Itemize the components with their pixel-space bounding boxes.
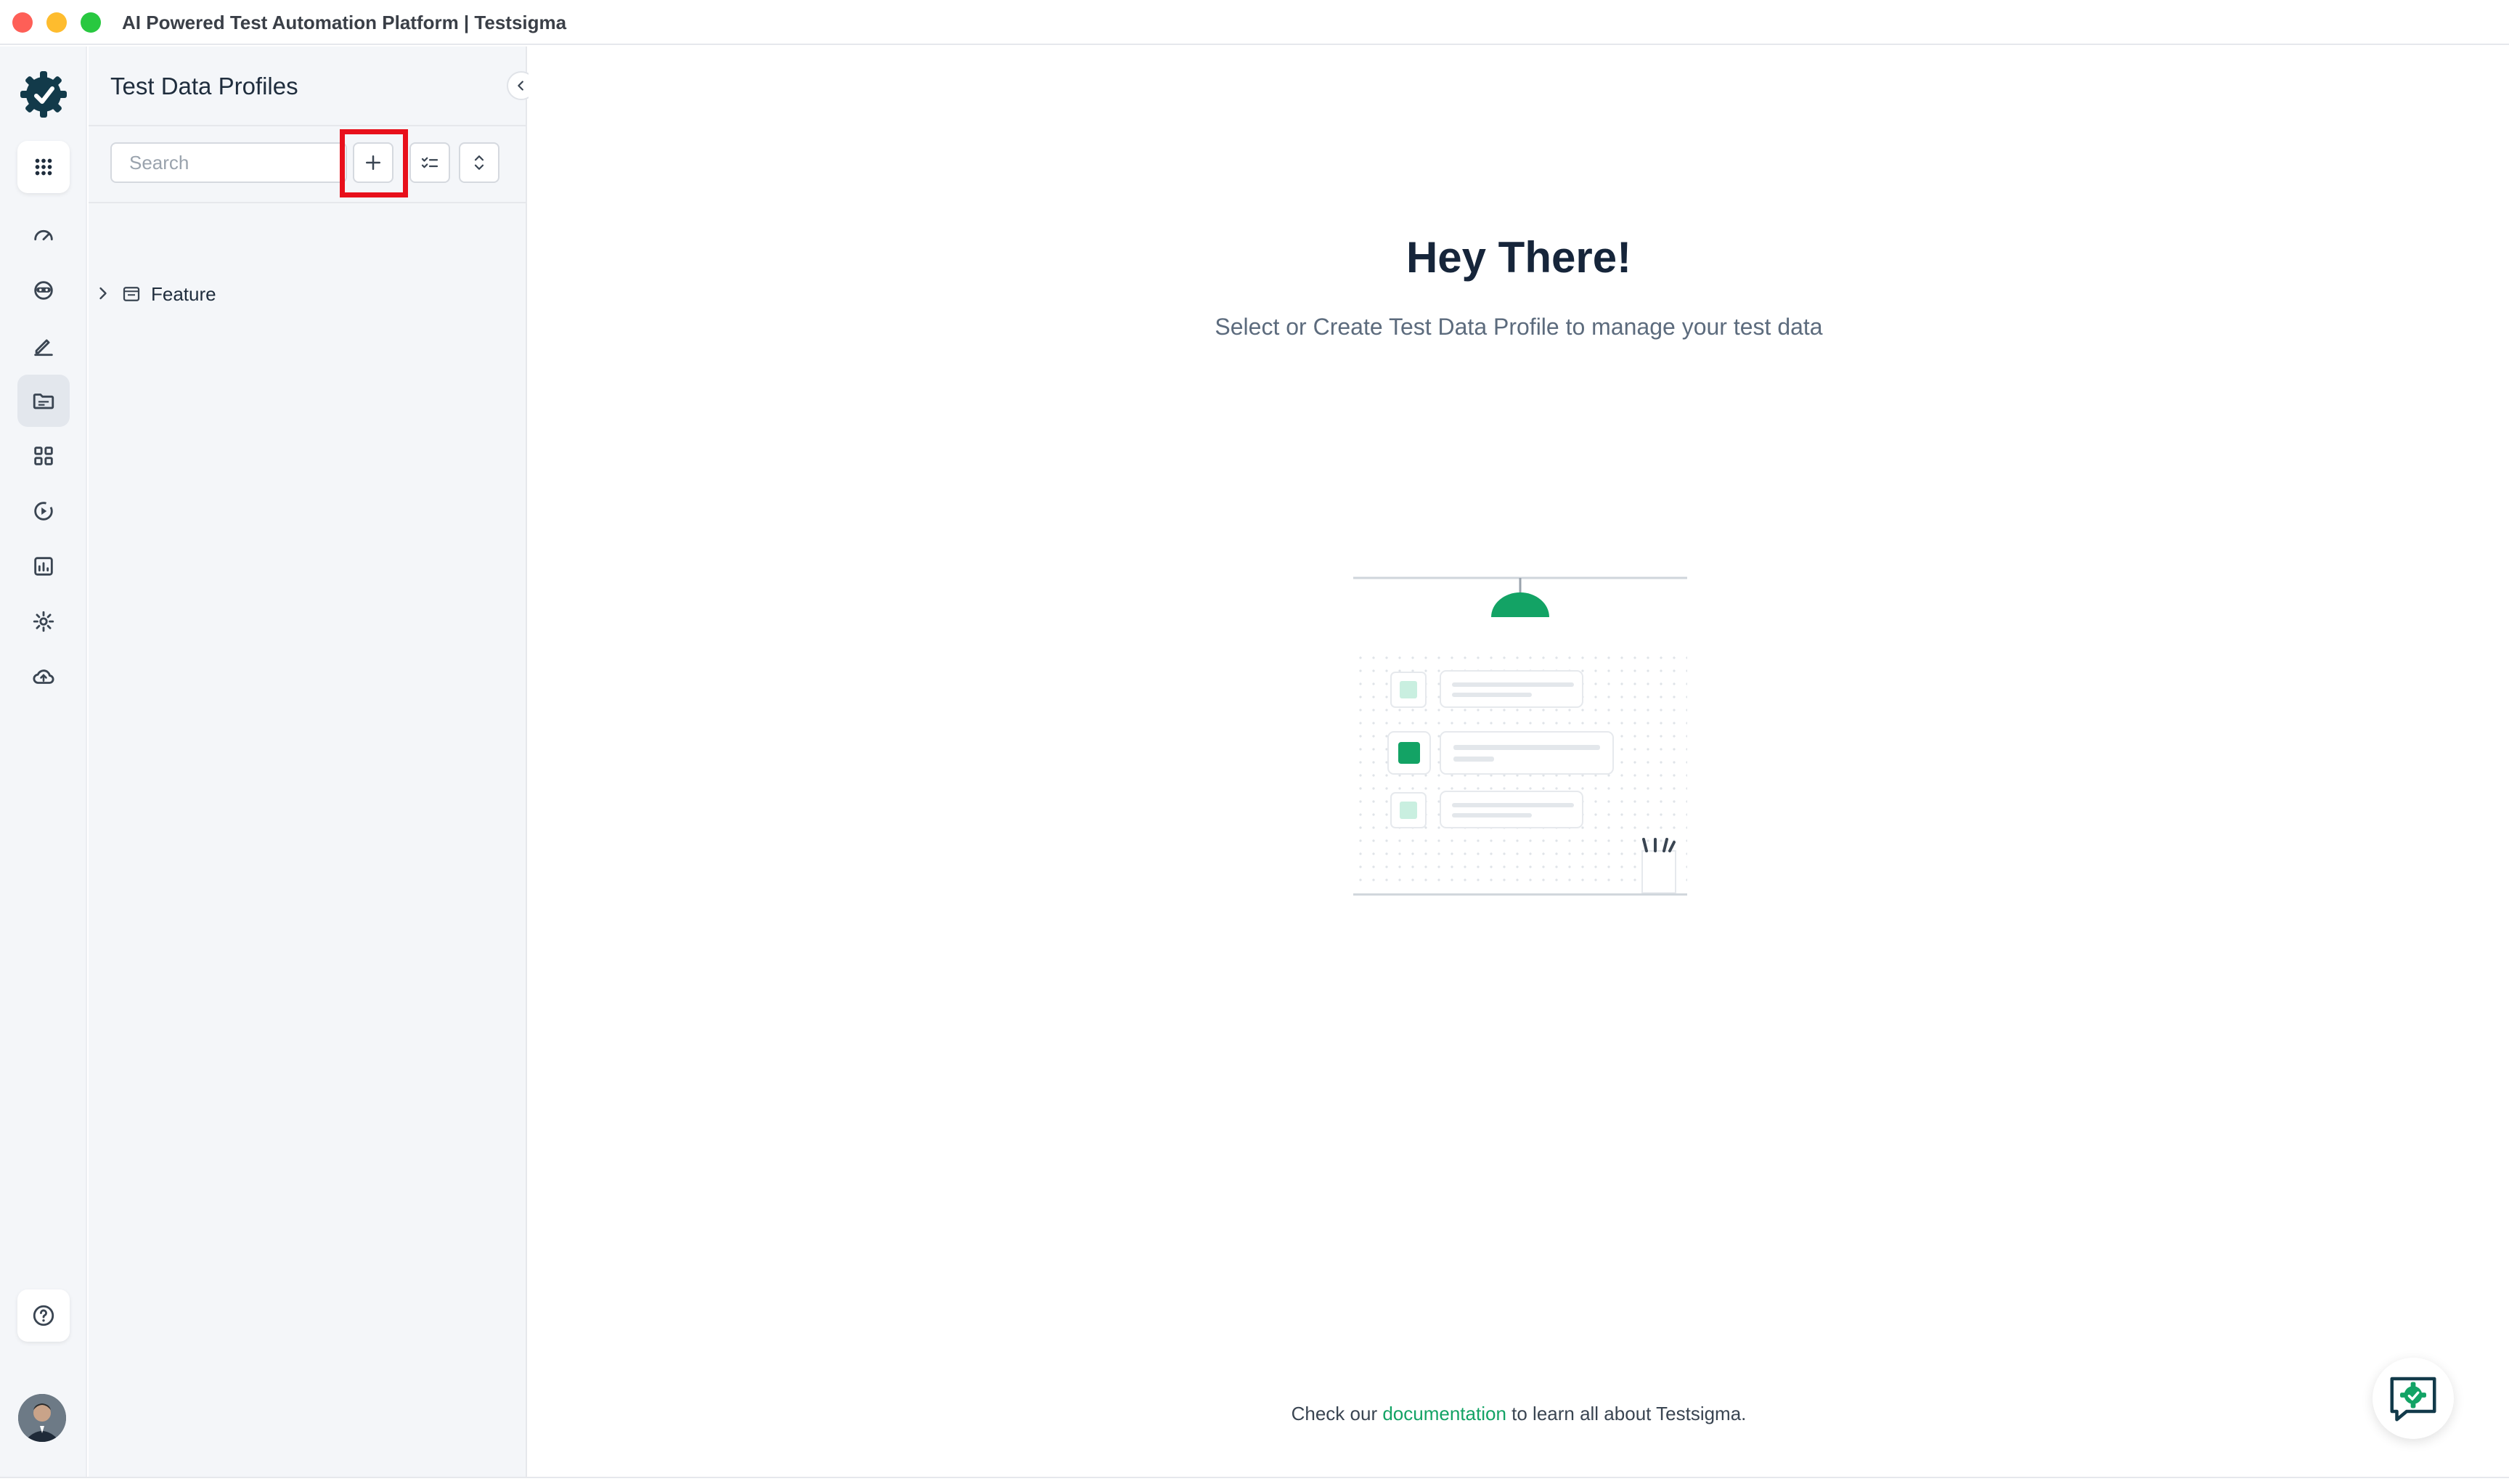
window-title: AI Powered Test Automation Platform | Te…	[122, 12, 567, 33]
highlight-box	[340, 129, 408, 197]
rail-cloud-button[interactable]	[17, 651, 70, 703]
user-avatar[interactable]	[18, 1394, 66, 1442]
rail-run-button[interactable]	[17, 485, 70, 537]
rail-ai-agent-button[interactable]	[17, 264, 70, 317]
empty-state-heading: Hey There!	[1406, 233, 1632, 282]
rail-settings-button[interactable]	[17, 595, 70, 648]
footer-text-suffix: to learn all about Testsigma.	[1506, 1403, 1747, 1424]
minimize-window-button[interactable]	[46, 12, 67, 33]
rail-test-cases-button[interactable]	[17, 319, 70, 372]
search-input[interactable]	[110, 142, 347, 183]
footer-note: Check our documentation to learn all abo…	[529, 1403, 2509, 1425]
rail-dashboard-button[interactable]	[17, 209, 70, 261]
dashboard-gauge-icon	[34, 229, 53, 241]
chevron-right-icon[interactable]	[93, 283, 113, 303]
rail-reports-button[interactable]	[17, 540, 70, 592]
app-window: AI Powered Test Automation Platform | Te…	[0, 0, 2509, 1484]
maximize-window-button[interactable]	[81, 12, 101, 33]
cloud-upload-icon	[33, 669, 54, 684]
checklist-icon	[421, 157, 438, 168]
documentation-link[interactable]: documentation	[1382, 1403, 1506, 1424]
panel-divider	[89, 125, 527, 126]
pencil-icon	[34, 339, 53, 356]
test-data-profiles-panel: Test Data Profiles Search Feature	[89, 46, 536, 1477]
footer-text-prefix: Check our	[1291, 1403, 1383, 1424]
empty-state-subheading: Select or Create Test Data Profile to ma…	[1215, 314, 1823, 340]
chat-assistant-button[interactable]	[2373, 1358, 2454, 1439]
ai-agent-icon	[34, 281, 53, 300]
chat-assistant-icon	[2390, 1377, 2436, 1422]
main-content: Hey There! Select or Create Test Data Pr…	[529, 46, 2509, 1477]
testsigma-logo-icon[interactable]	[17, 68, 70, 121]
rail-modules-button[interactable]	[17, 430, 70, 482]
help-button[interactable]	[17, 1289, 70, 1342]
window-bottom-edge	[0, 1477, 2509, 1484]
run-play-icon	[34, 502, 53, 521]
apps-grid-button[interactable]	[17, 141, 70, 193]
folder-icon	[123, 287, 140, 301]
title-bar: AI Powered Test Automation Platform | Te…	[0, 0, 2509, 45]
sort-button[interactable]	[459, 142, 499, 183]
filter-list-button[interactable]	[409, 142, 450, 183]
tree-item-label: Feature	[151, 283, 216, 305]
settings-gear-icon	[33, 611, 54, 632]
chevron-left-icon	[518, 81, 523, 91]
tree-item-feature[interactable]: Feature	[89, 272, 527, 322]
help-circle-icon	[33, 1305, 54, 1326]
icon-rail	[0, 46, 87, 1477]
panel-divider	[89, 202, 527, 203]
modules-grid-icon	[34, 447, 53, 465]
apps-grid-icon	[35, 158, 52, 176]
chevron-up-down-icon	[474, 155, 484, 170]
empty-state-illustration	[1353, 576, 1687, 896]
close-window-button[interactable]	[12, 12, 33, 33]
rail-test-data-button[interactable]	[17, 375, 70, 427]
reports-chart-icon	[34, 557, 53, 576]
panel-title: Test Data Profiles	[110, 73, 298, 99]
folder-icon	[33, 394, 54, 409]
